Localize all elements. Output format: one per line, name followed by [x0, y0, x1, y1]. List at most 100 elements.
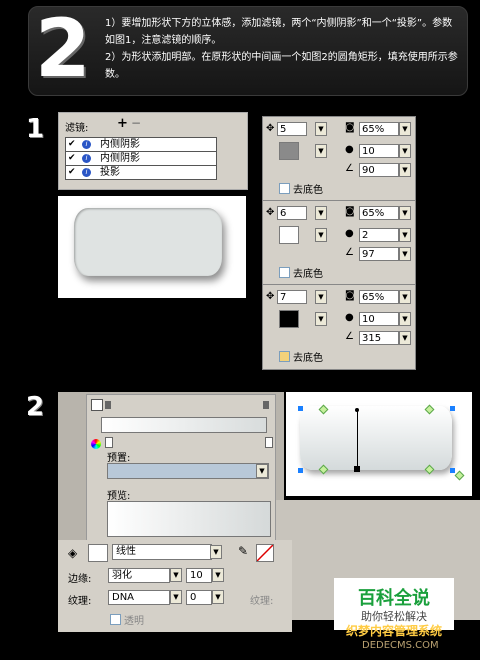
- filter-item-label: 投影: [100, 167, 120, 178]
- softness-icon: ●: [345, 144, 354, 155]
- corner-handle[interactable]: [298, 406, 303, 411]
- gradient-start-handle[interactable]: [355, 408, 359, 412]
- fill-swatch[interactable]: [88, 544, 108, 562]
- chevron-down-icon[interactable]: ▼: [212, 568, 224, 582]
- texture-select[interactable]: DNA: [108, 590, 170, 605]
- opacity-icon: ◙: [345, 122, 355, 133]
- knockout-checkbox[interactable]: [279, 351, 290, 362]
- chevron-down-icon[interactable]: ▼: [315, 144, 327, 158]
- pencil-icon[interactable]: ✎: [238, 544, 248, 558]
- inner-shadow-params-2: ✥ 6 ▼ ◙ 65% ▼ ▼ ● 2 ▼ ∠ 97 ▼ 去底色: [262, 200, 416, 286]
- gradient-end-handle[interactable]: [354, 466, 360, 472]
- shadow-color-swatch[interactable]: [279, 310, 299, 328]
- chevron-down-icon[interactable]: ▼: [170, 568, 182, 582]
- color-stop[interactable]: [263, 401, 269, 409]
- chevron-down-icon[interactable]: ▼: [315, 290, 327, 304]
- drop-shadow-params: ✥ 7 ▼ ◙ 65% ▼ ▼ ● 10 ▼ ∠ 315 ▼ 去底色: [262, 284, 416, 370]
- instruction-line-2: 2）为形状添加明部。在原形状的中间画一个如图2的圆角矩形，填充使用所示参数。: [105, 52, 458, 80]
- chevron-down-icon[interactable]: ▼: [399, 206, 411, 220]
- info-icon[interactable]: i: [82, 154, 91, 163]
- inner-shadow-params-1: ✥ 5 ▼ ◙ 65% ▼ ▼ ● 10 ▼ ∠ 90 ▼ 去底色: [262, 116, 416, 202]
- angle-icon: ∠: [345, 331, 354, 342]
- chevron-down-icon[interactable]: ▼: [315, 312, 327, 326]
- chevron-down-icon[interactable]: ▼: [399, 122, 411, 136]
- angle-field[interactable]: 90: [359, 163, 399, 177]
- opacity-field[interactable]: 65%: [359, 290, 399, 304]
- edge-select[interactable]: 羽化: [108, 568, 170, 583]
- angle-field[interactable]: 315: [359, 331, 399, 345]
- gradient-bar[interactable]: [101, 417, 267, 433]
- move-icon: ✥: [266, 207, 275, 218]
- distance-field[interactable]: 7: [277, 290, 307, 304]
- angle-icon: ∠: [345, 247, 354, 258]
- check-icon[interactable]: ✔: [68, 166, 76, 179]
- texture-amount-field[interactable]: 0: [186, 590, 212, 605]
- watermark-site: 织梦内容管理系统: [346, 624, 443, 638]
- highlight-shape[interactable]: [300, 406, 452, 470]
- filter-item[interactable]: ✔ i 内侧阴影: [66, 152, 216, 166]
- fill-type-select[interactable]: 线性: [112, 544, 212, 560]
- chevron-down-icon[interactable]: ▼: [399, 144, 411, 158]
- chevron-down-icon[interactable]: ▼: [315, 228, 327, 242]
- info-icon[interactable]: i: [82, 140, 91, 149]
- filter-item[interactable]: ✔ i 内侧阴影: [66, 138, 216, 152]
- preview-label: 预览:: [107, 491, 131, 502]
- filter-item[interactable]: ✔ i 投影: [66, 166, 216, 179]
- preset-select[interactable]: ▼: [107, 463, 269, 479]
- resize-handle[interactable]: [454, 470, 465, 481]
- chevron-down-icon[interactable]: ▼: [170, 590, 182, 604]
- instruction-header: 2 1）要增加形状下方的立体感，添加滤镜，两个“内侧阴影”和一个“投影”。参数如…: [28, 2, 468, 96]
- softness-field[interactable]: 10: [359, 312, 399, 326]
- chevron-down-icon[interactable]: ▼: [399, 163, 411, 177]
- chevron-down-icon[interactable]: ▼: [399, 331, 411, 345]
- softness-icon: ●: [345, 228, 354, 239]
- knockout-checkbox[interactable]: [279, 183, 290, 194]
- opacity-field[interactable]: 65%: [359, 122, 399, 136]
- move-icon: ✥: [266, 123, 275, 134]
- chevron-down-icon[interactable]: ▼: [399, 247, 411, 261]
- knockout-label: 去底色: [293, 269, 323, 280]
- instruction-line-1: 1）要增加形状下方的立体感，添加滤镜，两个“内侧阴影”和一个“投影”。参数如图1…: [105, 18, 453, 46]
- chevron-down-icon[interactable]: ▼: [399, 312, 411, 326]
- gradient-direction-line[interactable]: [357, 410, 358, 468]
- check-icon[interactable]: ✔: [68, 138, 76, 151]
- shadow-color-swatch[interactable]: [279, 226, 299, 244]
- distance-field[interactable]: 6: [277, 206, 307, 220]
- distance-field[interactable]: 5: [277, 122, 307, 136]
- opacity-field[interactable]: 65%: [359, 206, 399, 220]
- softness-field[interactable]: 2: [359, 228, 399, 242]
- knockout-checkbox[interactable]: [279, 267, 290, 278]
- color-stop[interactable]: [105, 401, 111, 409]
- stroke-swatch[interactable]: [256, 544, 274, 562]
- corner-handle[interactable]: [450, 468, 455, 473]
- add-filter-button[interactable]: +: [117, 116, 128, 131]
- filter-list: ✔ i 内侧阴影 ✔ i 内侧阴影 ✔ i 投影: [65, 137, 217, 180]
- chevron-down-icon[interactable]: ▼: [210, 545, 222, 559]
- edge-amount-field[interactable]: 10: [186, 568, 212, 583]
- opacity-stop[interactable]: [105, 437, 113, 448]
- chevron-down-icon[interactable]: ▼: [315, 206, 327, 220]
- shape-preview: [58, 196, 246, 298]
- chevron-down-icon[interactable]: ▼: [399, 290, 411, 304]
- angle-field[interactable]: 97: [359, 247, 399, 261]
- preset-label: 预置:: [107, 453, 131, 464]
- info-icon[interactable]: i: [82, 168, 91, 177]
- softness-field[interactable]: 10: [359, 144, 399, 158]
- angle-icon: ∠: [345, 163, 354, 174]
- color-wheel-icon[interactable]: [91, 439, 101, 449]
- opacity-icon: ◙: [345, 290, 355, 301]
- knockout-label: 去底色: [293, 185, 323, 196]
- remove-filter-button[interactable]: −: [131, 116, 141, 130]
- corner-handle[interactable]: [450, 406, 455, 411]
- transparent-checkbox[interactable]: [110, 614, 121, 625]
- chevron-down-icon[interactable]: ▼: [256, 464, 268, 478]
- shadow-color-swatch[interactable]: [279, 142, 299, 160]
- filter-title: 滤镜:: [65, 123, 89, 134]
- fill-bucket-icon: ◈: [68, 546, 78, 560]
- check-icon[interactable]: ✔: [68, 152, 76, 165]
- chevron-down-icon[interactable]: ▼: [399, 228, 411, 242]
- corner-handle[interactable]: [298, 468, 303, 473]
- opacity-stop[interactable]: [265, 437, 273, 448]
- chevron-down-icon[interactable]: ▼: [212, 590, 224, 604]
- chevron-down-icon[interactable]: ▼: [315, 122, 327, 136]
